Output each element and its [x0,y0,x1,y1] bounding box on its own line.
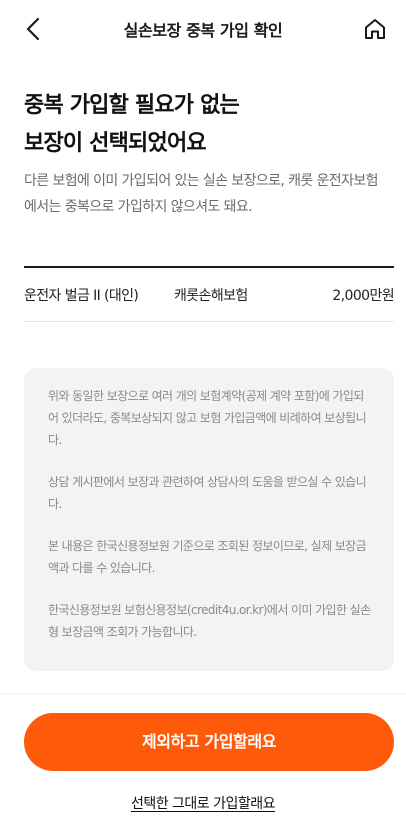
notice-paragraph: 한국신용정보원 보험신용정보(credit4u.or.kr)에서 이미 가입한 … [48,603,371,639]
description: 다른 보험에 이미 가입되어 있는 실손 보장으로, 캐롯 운전자보험에서는 중… [24,173,379,215]
subscribe-as-selected-link[interactable]: 선택한 그대로 가입할래요 [0,793,406,813]
notice-paragraph: 본 내용은 한국신용정보원 기준으로 조회된 정보이므로, 실제 보장금액과 다… [48,539,367,575]
exclude-and-subscribe-button[interactable]: 제외하고 가입할래요 [24,713,394,771]
divider [0,693,406,694]
coverage-amount: 2,000만원 [332,287,394,304]
coverage-name: 운전자 벌금 II (대인) [24,287,139,304]
headline-line-2: 보장이 선택되었어요 [24,131,207,156]
coverage-table: 운전자 벌금 II (대인) 캐롯손해보험 2,000만원 [24,266,395,322]
notice-box: 위와 동일한 보장으로 여러 개의 보험계약(공제 계약 포함)에 가입되어 있… [24,368,394,671]
subscribe-as-selected-label: 선택한 그대로 가입할래요 [130,796,276,812]
app-header: 실손보장 중복 가입 확인 [0,0,406,58]
notice-paragraph: 위와 동일한 보장으로 여러 개의 보험계약(공제 계약 포함)에 가입되어 있… [48,389,367,447]
page-title: 실손보장 중복 가입 확인 [123,21,283,40]
notice-paragraph: 상담 게시판에서 보장과 관련하여 상담사의 도움을 받으실 수 있습니다. [48,475,367,511]
headline: 중복 가입할 필요가 없는 보장이 선택되었어요 [24,87,240,163]
coverage-company: 캐롯손해보험 [174,287,248,304]
headline-line-1: 중복 가입할 필요가 없는 [24,93,240,118]
home-button[interactable] [362,16,388,42]
coverage-row: 운전자 벌금 II (대인) 캐롯손해보험 2,000만원 [24,268,395,322]
home-icon [365,19,385,39]
